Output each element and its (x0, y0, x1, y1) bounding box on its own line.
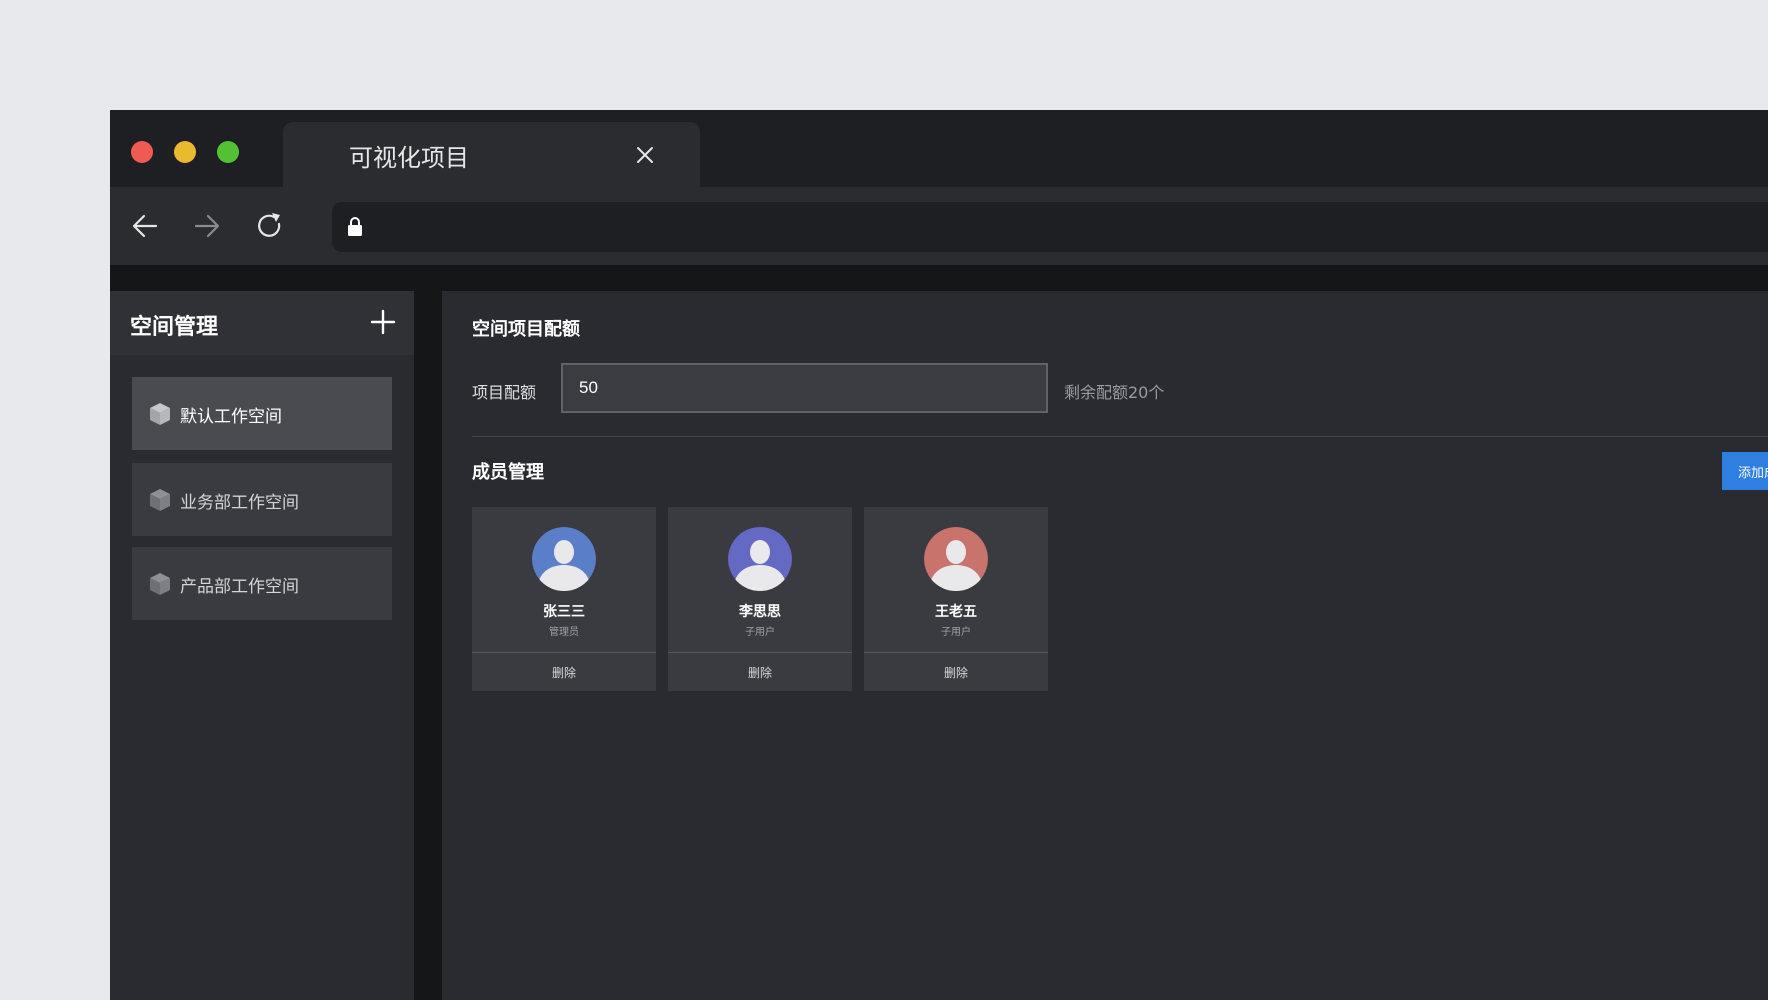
lock-icon (348, 217, 362, 236)
member-role: 管理员 (549, 627, 579, 638)
member-name: 张三三 (543, 604, 585, 620)
cube-icon (150, 403, 170, 425)
quota-remaining-text: 剩余配额20个 (1064, 383, 1165, 402)
member-card: 王老五 子用户 删除 (864, 507, 1048, 691)
maximize-window-button[interactable] (217, 141, 239, 163)
sidebar-item-label: 产品部工作空间 (180, 577, 299, 597)
member-role: 子用户 (941, 627, 971, 638)
back-arrow-icon[interactable] (130, 211, 160, 241)
forward-arrow-icon[interactable] (192, 211, 222, 241)
add-member-button[interactable]: 添加成员 (1722, 452, 1768, 490)
sidebar-item-label: 业务部工作空间 (180, 493, 299, 513)
member-role: 子用户 (745, 627, 775, 638)
address-bar[interactable] (332, 202, 1768, 252)
close-tab-icon[interactable] (634, 144, 656, 166)
member-card: 李思思 子用户 删除 (668, 507, 852, 691)
navigation-bar (110, 187, 1768, 265)
title-bar: 可视化项目 (110, 110, 1768, 187)
quota-label: 项目配额 (472, 383, 537, 402)
page-content: 空间管理 默认工作空间 业务部工作空间 产品部工作空间 空间项目配额 项目配额 … (110, 265, 1768, 1000)
section-divider (472, 436, 1768, 437)
sidebar-item-business-space[interactable]: 业务部工作空间 (132, 463, 392, 536)
avatar-icon (924, 527, 988, 591)
sidebar-title: 空间管理 (130, 315, 219, 340)
member-name: 王老五 (935, 604, 977, 620)
quota-section-title: 空间项目配额 (472, 319, 580, 340)
member-card: 张三三 管理员 删除 (472, 507, 656, 691)
minimize-window-button[interactable] (174, 141, 196, 163)
space-sidebar: 空间管理 默认工作空间 业务部工作空间 产品部工作空间 (110, 291, 414, 1000)
quota-input[interactable] (561, 363, 1048, 413)
cube-icon (150, 573, 170, 595)
main-panel: 空间项目配额 项目配额 剩余配额20个 成员管理 添加成员 张三三 管理员 删除 (442, 291, 1768, 1000)
members-section-title: 成员管理 (472, 462, 544, 483)
sidebar-item-label: 默认工作空间 (180, 407, 282, 427)
delete-member-button[interactable]: 删除 (472, 653, 656, 691)
cube-icon (150, 489, 170, 511)
reload-icon[interactable] (255, 211, 285, 241)
add-space-icon[interactable] (370, 309, 396, 335)
sidebar-item-product-space[interactable]: 产品部工作空间 (132, 547, 392, 620)
sidebar-item-default-space[interactable]: 默认工作空间 (132, 377, 392, 450)
browser-tab[interactable]: 可视化项目 (283, 122, 700, 187)
browser-window: 可视化项目 空间管理 默认工作空间 业务部工作空间 产品部工作空间 空间项目配额… (110, 110, 1768, 1000)
delete-member-button[interactable]: 删除 (668, 653, 852, 691)
delete-member-button[interactable]: 删除 (864, 653, 1048, 691)
avatar-icon (532, 527, 596, 591)
sidebar-header: 空间管理 (110, 291, 414, 355)
close-window-button[interactable] (131, 141, 153, 163)
member-name: 李思思 (739, 604, 781, 620)
avatar-icon (728, 527, 792, 591)
tab-title: 可视化项目 (349, 144, 469, 172)
